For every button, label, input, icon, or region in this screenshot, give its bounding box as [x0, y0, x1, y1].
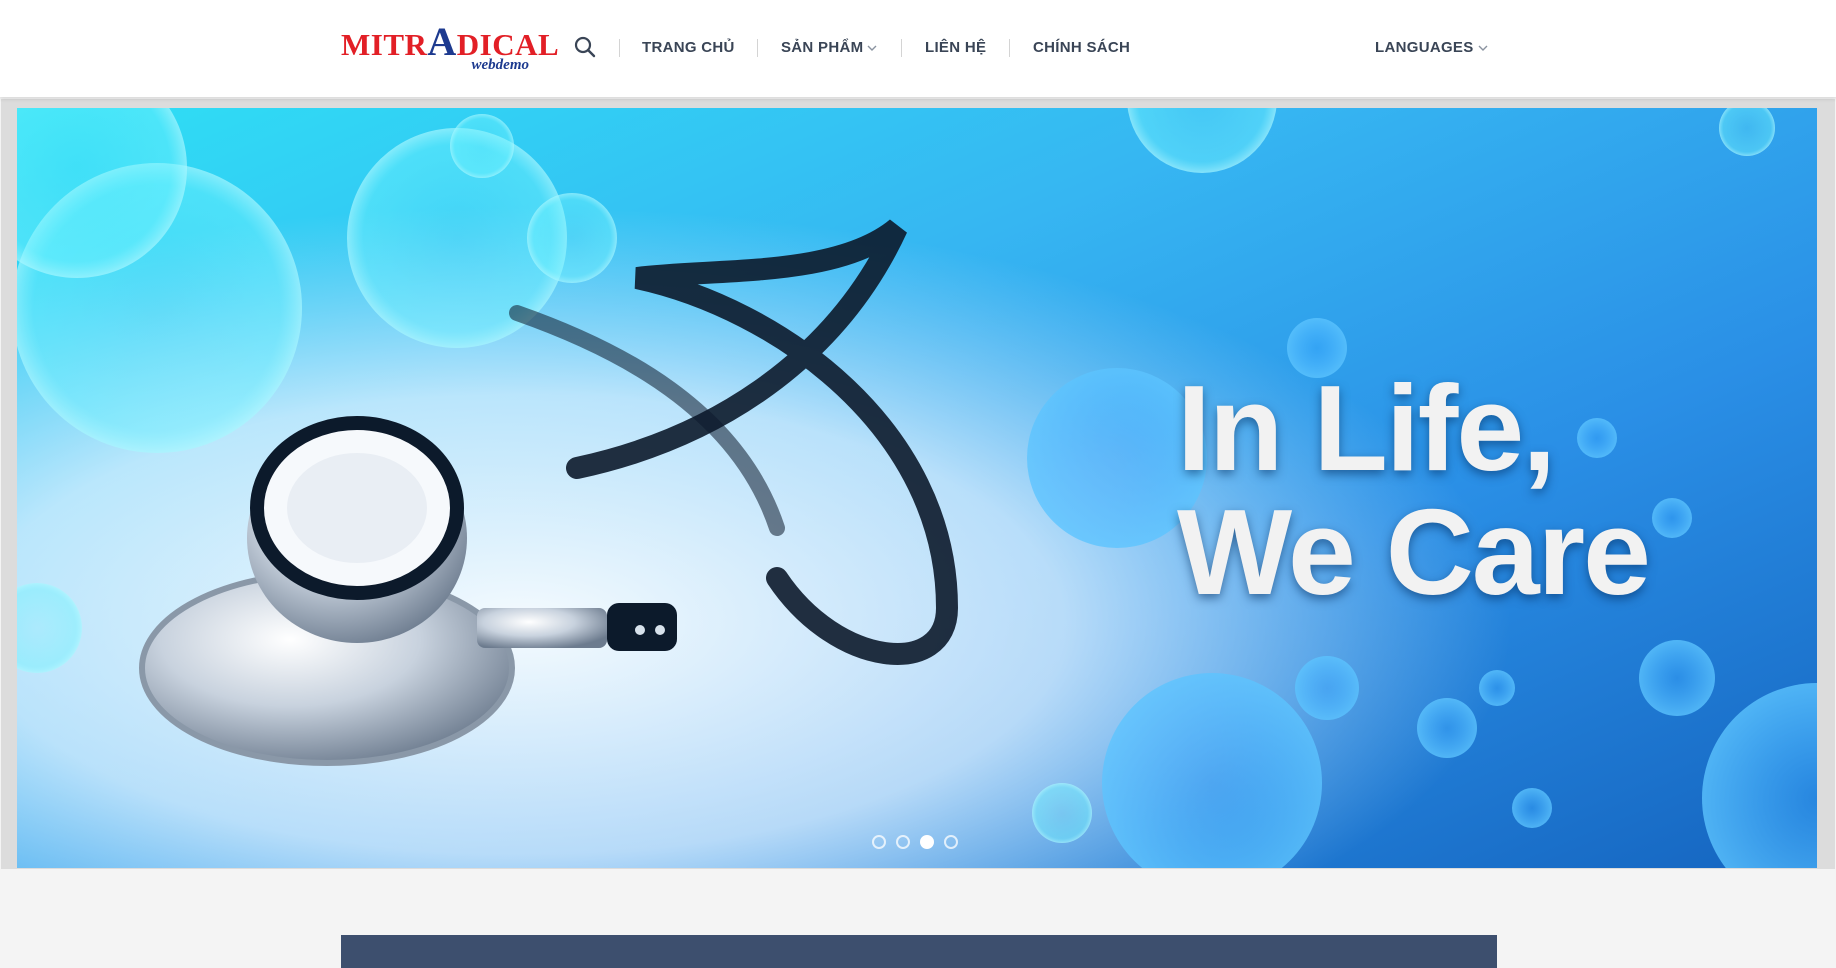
nav-divider [619, 39, 620, 57]
chevron-down-icon [867, 45, 877, 52]
chevron-down-icon [1478, 45, 1488, 52]
hero-headline-line1: In Life, [1177, 360, 1556, 496]
slider-dot-1[interactable] [872, 835, 886, 849]
hero-headline-line2: We Care [1177, 484, 1651, 620]
search-icon[interactable] [574, 36, 598, 60]
hero-banner-image: In Life, We Care [17, 108, 1817, 868]
slider-pagination [872, 835, 972, 851]
languages-label: LANGUAGES [1375, 39, 1474, 56]
nav-item-label: CHÍNH SÁCH [1033, 39, 1131, 56]
nav-item-label: SẢN PHẨM [781, 39, 864, 56]
nav-item-lien-he[interactable]: LIÊN HỆ [925, 39, 986, 57]
slider-dot-4[interactable] [944, 835, 958, 849]
nav-item-trang-chu[interactable]: TRANG CHỦ [642, 39, 735, 57]
nav-item-chinh-sach[interactable]: CHÍNH SÁCH [1033, 39, 1130, 57]
nav-item-label: TRANG CHỦ [642, 39, 735, 56]
nav-divider [901, 39, 902, 57]
site-header: MITRADICAL webdemo TRANG CHỦ SẢN PHẨM LI… [0, 0, 1836, 97]
nav-item-san-pham[interactable]: SẢN PHẨM [781, 39, 877, 57]
nav-item-label: LIÊN HỆ [925, 39, 987, 56]
languages-dropdown[interactable]: LANGUAGES [1375, 39, 1488, 57]
content-section-bar [341, 935, 1497, 968]
hero-headline: In Life, We Care [1177, 360, 1651, 620]
slider-dot-3[interactable] [920, 835, 934, 849]
nav-divider [757, 39, 758, 57]
slider-dot-2[interactable] [896, 835, 910, 849]
nav-divider [1009, 39, 1010, 57]
main-navigation: TRANG CHỦ SẢN PHẨM LIÊN HỆ CHÍNH SÁCH LA… [0, 0, 1836, 97]
